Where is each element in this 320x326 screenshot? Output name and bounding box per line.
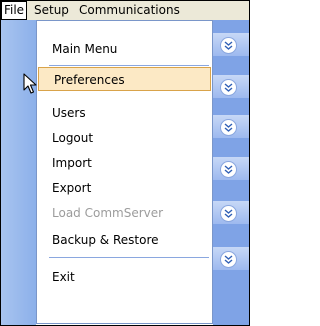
chevron-down-icon[interactable] [220,79,237,96]
menu-file[interactable]: File [1,1,27,20]
chevron-down-icon[interactable] [220,119,237,136]
menu-item-import[interactable]: Import [37,151,212,175]
menu-item-load-commserver: Load CommServer [52,206,164,220]
menu-separator [49,257,209,258]
menu-item-backup-restore[interactable]: Backup & Restore [37,228,212,252]
menu-item-export[interactable]: Export [37,176,212,200]
menu-item-users[interactable]: Users [37,101,212,125]
menu-item-exit[interactable]: Exit [37,265,212,289]
menu-item-main-menu[interactable]: Main Menu [37,37,212,61]
chevron-down-icon[interactable] [220,205,237,222]
menu-separator [49,65,209,66]
menu-communications[interactable]: Communications [79,3,180,18]
menu-setup[interactable]: Setup [34,3,69,18]
left-panel [1,20,36,325]
menu-bar: File Setup Communications [1,1,249,20]
file-dropdown-menu: Main Menu Preferences Users Logout Impor… [36,20,213,324]
menu-item-logout[interactable]: Logout [37,126,212,150]
app-window: File Setup Communications Main Menu Pref… [0,0,250,326]
mouse-pointer-icon [23,73,37,94]
chevron-down-icon[interactable] [220,37,237,54]
menu-item-preferences[interactable]: Preferences [38,67,211,91]
chevron-down-icon[interactable] [220,251,237,268]
chevron-down-icon[interactable] [220,161,237,178]
